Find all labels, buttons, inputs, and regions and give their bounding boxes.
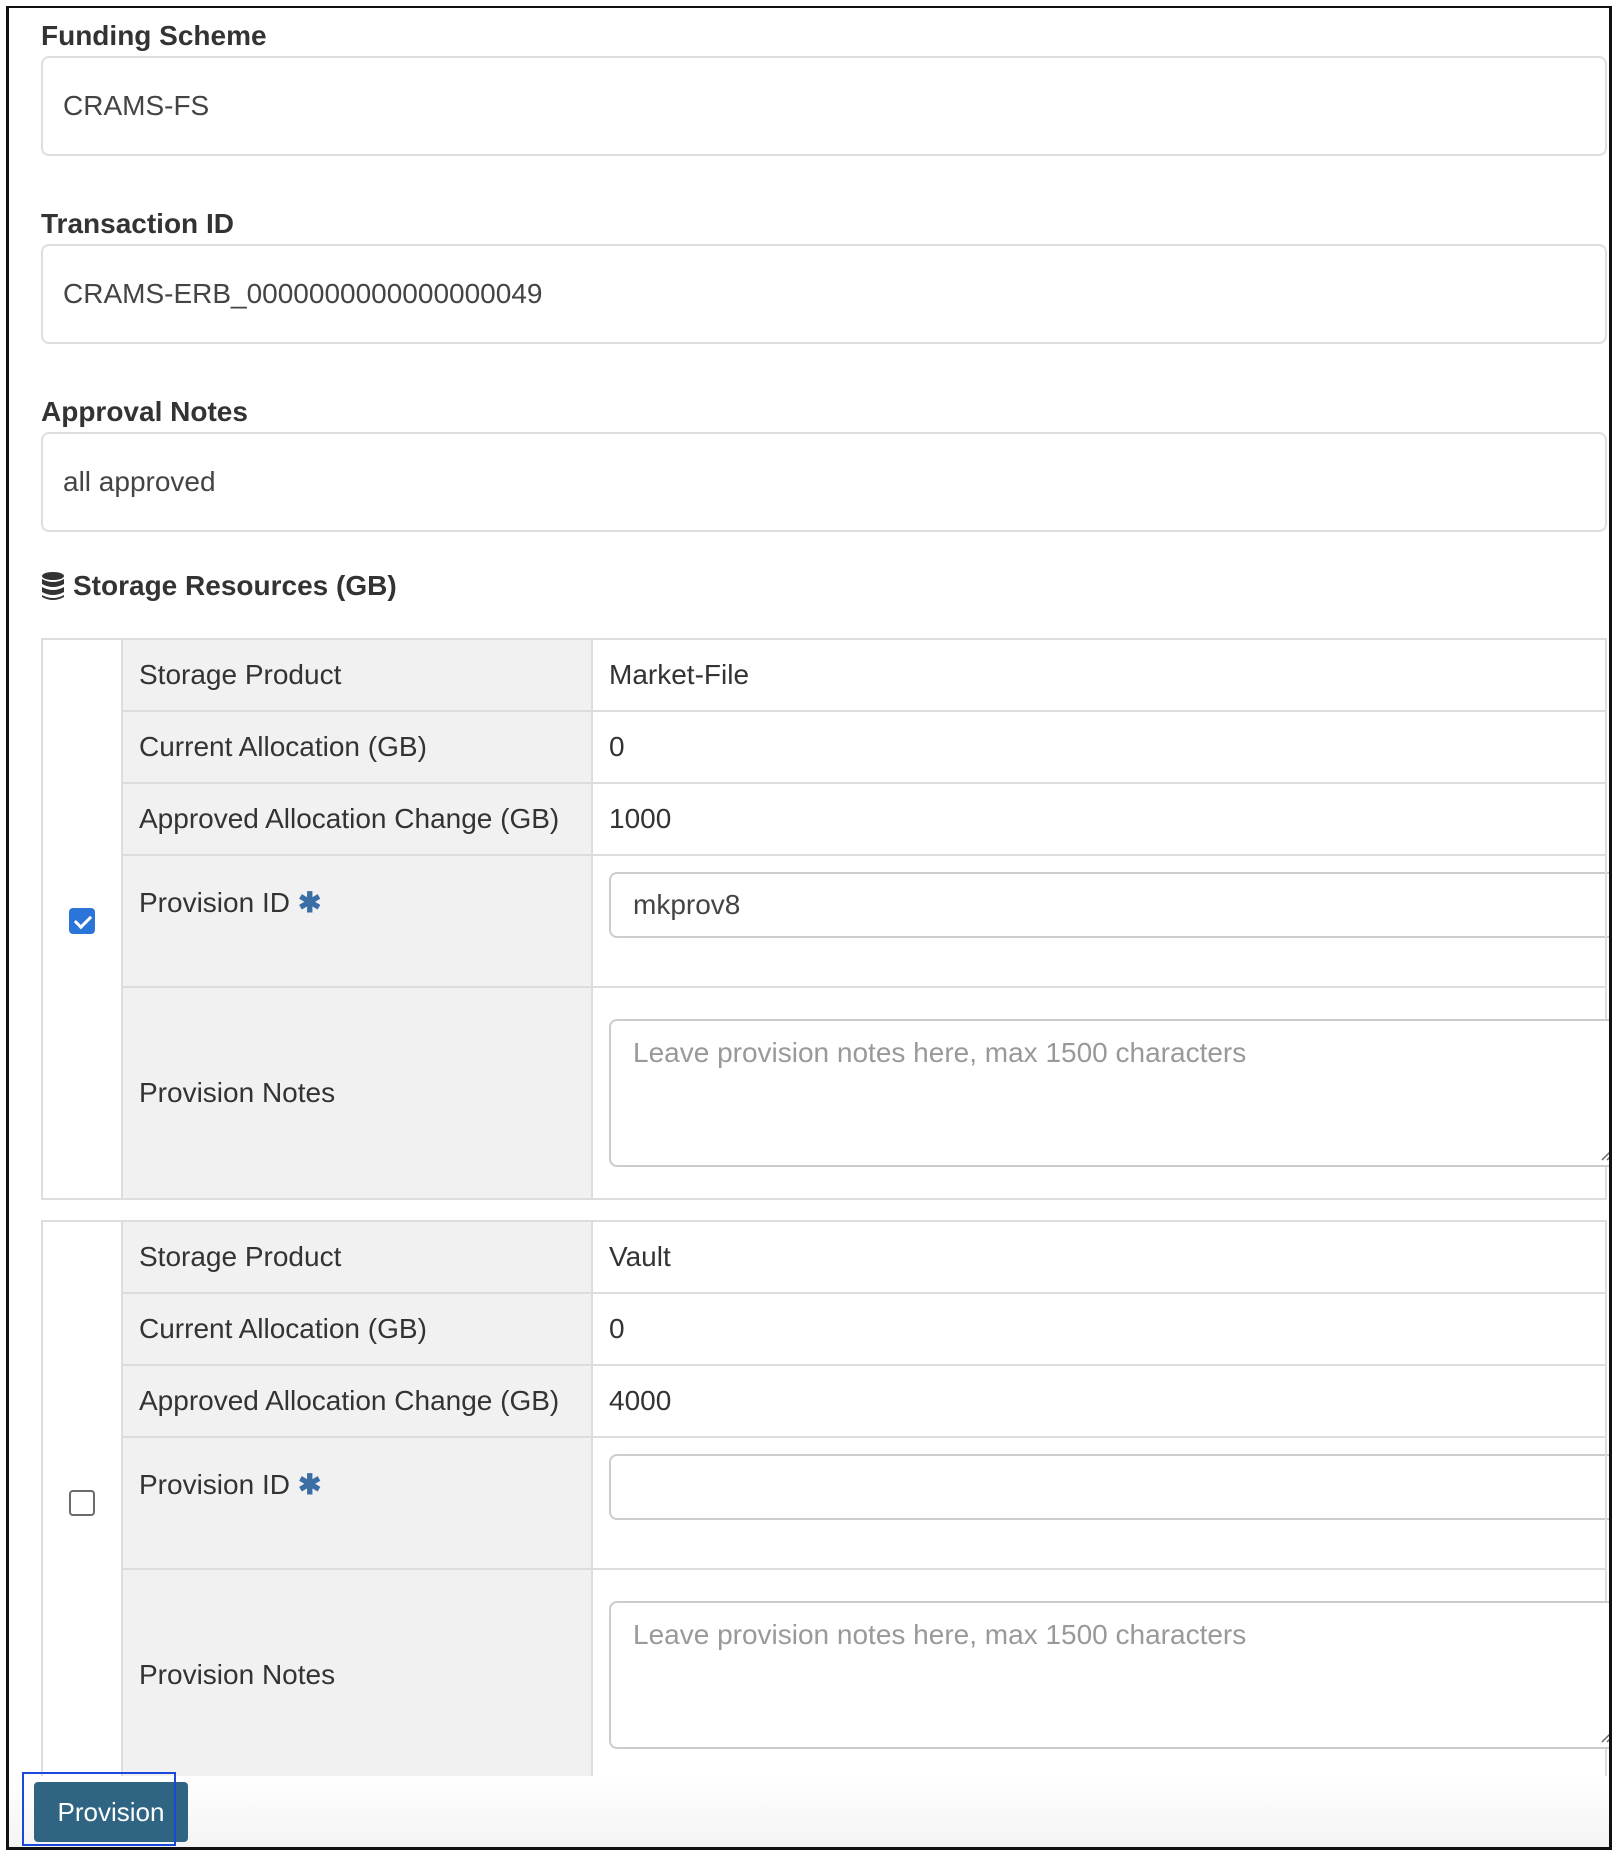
provision-id-value-cell: [591, 1436, 1609, 1570]
provision-id-value-cell: mkprov8: [591, 854, 1609, 988]
provision-notes-label: Provision Notes: [121, 986, 593, 1200]
storage-product-label: Storage Product: [121, 1220, 593, 1294]
approved-change-label: Approved Allocation Change (GB): [121, 1364, 593, 1438]
provision-id-label: Provision ID: [139, 887, 290, 918]
storage-resources-title: Storage Resources (GB): [73, 570, 397, 601]
provision-button[interactable]: Provision: [34, 1782, 188, 1842]
transaction-id-field: CRAMS-ERB_0000000000000000049: [41, 244, 1607, 344]
select-cell: [41, 638, 123, 1200]
funding-scheme-value: CRAMS-FS: [63, 90, 210, 121]
provision-notes-value-cell: Leave provision notes here, max 1500 cha…: [591, 1568, 1609, 1782]
provision-id-key-cell: Provision ID ✱: [121, 854, 593, 988]
provision-notes-textarea[interactable]: Leave provision notes here, max 1500 cha…: [609, 1019, 1612, 1167]
resize-grip-icon[interactable]: [1599, 1147, 1612, 1161]
provision-notes-label: Provision Notes: [121, 1568, 593, 1782]
table-row: Storage Product Market-File: [41, 638, 1607, 1200]
storage-resource-table-1: Storage Product Market-File Current Allo…: [41, 638, 1609, 1200]
storage-product-label: Storage Product: [121, 638, 593, 712]
resize-grip-icon[interactable]: [1599, 1729, 1612, 1743]
current-allocation-value: 0: [591, 1292, 1607, 1366]
current-allocation-value: 0: [591, 710, 1607, 784]
resource-checkbox-1[interactable]: [69, 907, 95, 934]
storage-product-value: Vault: [591, 1220, 1607, 1294]
current-allocation-label: Current Allocation (GB): [121, 1292, 593, 1366]
table-row: Approved Allocation Change (GB) 4000: [42, 1364, 1607, 1438]
provision-id-input[interactable]: mkprov8: [609, 872, 1609, 938]
database-icon: [41, 571, 65, 601]
asterisk-icon: ✱: [297, 887, 322, 918]
current-allocation-label: Current Allocation (GB): [121, 710, 593, 784]
approved-change-label: Approved Allocation Change (GB): [121, 782, 593, 856]
approval-notes-label: Approval Notes: [41, 396, 248, 427]
table-row: Provision ID ✱ mkprov8: [42, 854, 1609, 988]
storage-resources-heading: Storage Resources (GB): [41, 570, 397, 602]
storage-product-value: Market-File: [591, 638, 1607, 712]
storage-resource-table-2: Storage Product Vault Current Allocation…: [41, 1220, 1609, 1782]
table-row: Approved Allocation Change (GB) 1000: [42, 782, 1607, 856]
table-row: Current Allocation (GB) 0: [42, 1292, 1607, 1366]
provision-id-key-cell: Provision ID ✱: [121, 1436, 593, 1570]
table-row: Provision Notes Leave provision notes he…: [42, 986, 1609, 1200]
provision-notes-value-cell: Leave provision notes here, max 1500 cha…: [591, 986, 1609, 1200]
table-row: Provision ID ✱: [42, 1436, 1609, 1570]
table-row: Current Allocation (GB) 0: [42, 710, 1607, 784]
provision-id-input-value: mkprov8: [633, 889, 741, 920]
provision-id-label: Provision ID: [139, 1469, 290, 1500]
approved-change-value: 4000: [591, 1364, 1607, 1438]
provision-notes-placeholder: Leave provision notes here, max 1500 cha…: [633, 1619, 1247, 1650]
provision-id-input[interactable]: [609, 1454, 1609, 1520]
transaction-id-label: Transaction ID: [41, 208, 234, 239]
approval-notes-field: all approved: [41, 432, 1607, 532]
select-cell: [41, 1220, 123, 1782]
provision-notes-textarea[interactable]: Leave provision notes here, max 1500 cha…: [609, 1601, 1612, 1749]
table-row: Provision Notes Leave provision notes he…: [42, 1568, 1609, 1782]
asterisk-icon: ✱: [297, 1469, 322, 1500]
page-frame: Funding Scheme CRAMS-FS Transaction ID C…: [6, 6, 1612, 1850]
resource-checkbox-2[interactable]: [69, 1489, 95, 1516]
provision-notes-placeholder: Leave provision notes here, max 1500 cha…: [633, 1037, 1247, 1068]
funding-scheme-label: Funding Scheme: [41, 20, 267, 51]
table-row: Storage Product Vault: [41, 1220, 1607, 1782]
action-footer: [9, 1776, 1609, 1847]
funding-scheme-field: CRAMS-FS: [41, 56, 1607, 156]
approved-change-value: 1000: [591, 782, 1607, 856]
approval-notes-value: all approved: [63, 466, 216, 497]
transaction-id-value: CRAMS-ERB_0000000000000000049: [63, 278, 543, 309]
